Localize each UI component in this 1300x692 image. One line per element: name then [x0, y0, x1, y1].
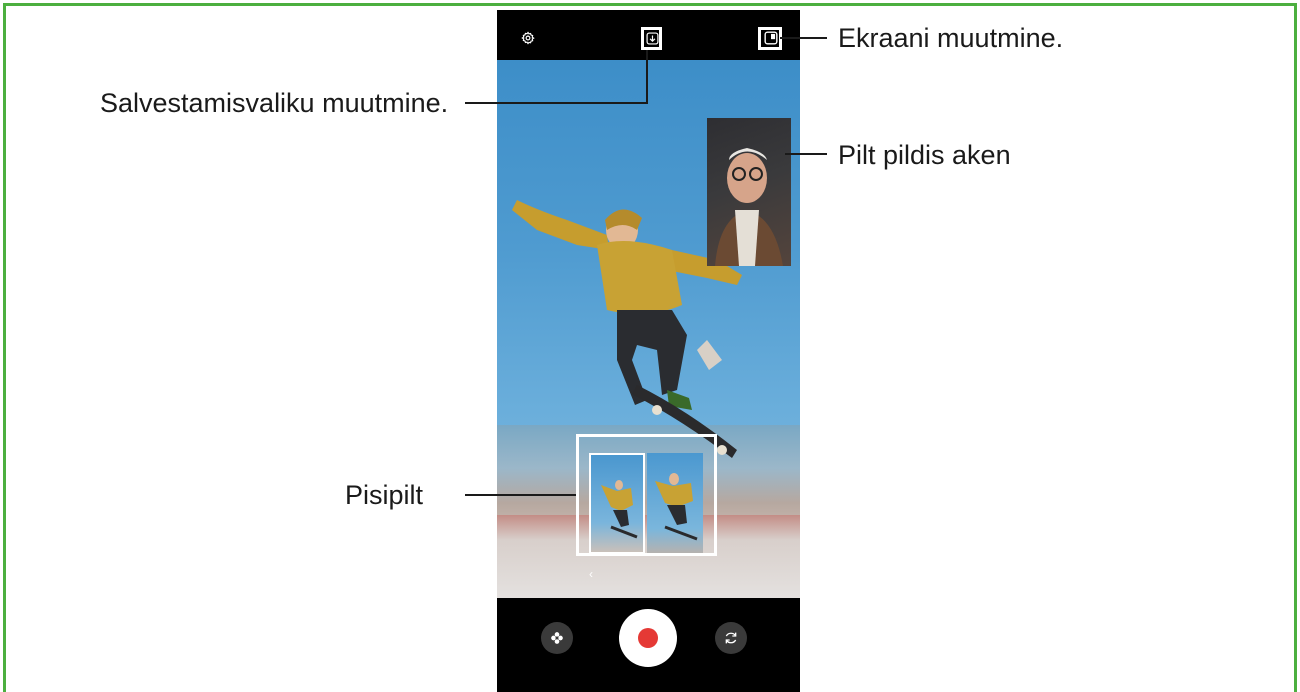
callout-pip-window: Pilt pildis aken [838, 140, 1011, 170]
effects-button[interactable] [541, 622, 573, 654]
switch-camera-button[interactable] [715, 622, 747, 654]
callout-save-option: Salvestamisvaliku muutmine. [100, 88, 449, 118]
record-button[interactable] [619, 609, 677, 667]
callout-thumbnail: Pisipilt [345, 480, 424, 510]
screen-change-highlight [758, 27, 782, 50]
chevron-left-icon[interactable]: ‹ [589, 567, 599, 581]
leader-line [785, 153, 827, 155]
effects-flower-icon [551, 632, 563, 644]
record-icon [638, 628, 658, 648]
camera-bottom-bar [497, 598, 800, 692]
leader-line [465, 494, 576, 496]
phone-screen: ‹ [497, 10, 800, 692]
pip-person-illustration [715, 148, 783, 266]
callout-screen-change: Ekraani muutmine. [838, 23, 1064, 53]
pip-window[interactable] [707, 118, 791, 266]
gear-icon[interactable] [520, 30, 536, 46]
switch-camera-icon [725, 632, 737, 644]
leader-line [646, 50, 648, 104]
leader-line [465, 102, 648, 104]
thumbnail-highlight [576, 434, 717, 556]
save-option-highlight [641, 27, 662, 50]
leader-line [780, 37, 827, 39]
